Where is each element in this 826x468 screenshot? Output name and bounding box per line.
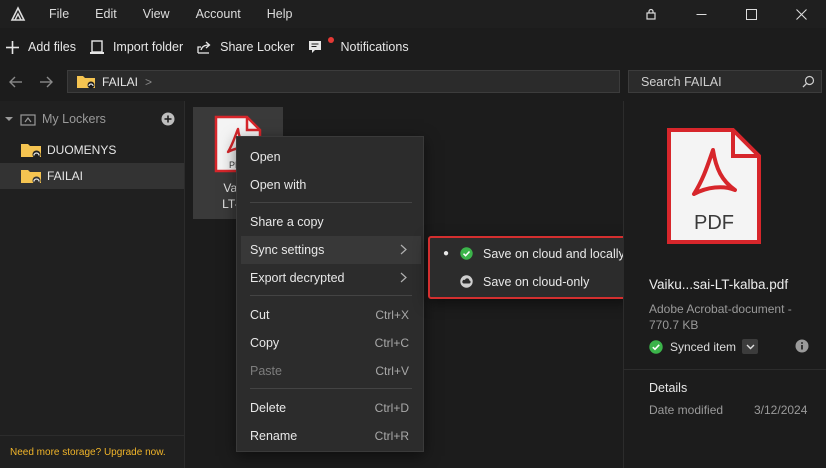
menu-item-sync-settings[interactable]: Sync settings bbox=[241, 236, 421, 264]
context-menu: Open Open with Share a copy Sync setting… bbox=[236, 136, 424, 452]
lock-icon[interactable] bbox=[626, 0, 676, 28]
lockers-icon bbox=[20, 113, 36, 126]
sync-settings-submenu: ● Save on cloud and locally Save on clou… bbox=[428, 236, 630, 299]
sync-status: Synced item bbox=[649, 339, 759, 354]
menu-item-cut[interactable]: Cut Ctrl+X bbox=[241, 301, 421, 329]
pdf-file-icon: PDF bbox=[667, 128, 761, 244]
details-pane: PDF Vaiku...sai-LT-kalba.pdf Adobe Acrob… bbox=[623, 101, 826, 468]
locker-folder-icon bbox=[77, 76, 95, 89]
details-filename: Vaiku...sai-LT-kalba.pdf bbox=[649, 277, 789, 292]
sidebar-item-label: DUOMENYS bbox=[47, 143, 117, 157]
sidebar-item-failai[interactable]: FAILAI bbox=[0, 163, 184, 189]
details-divider bbox=[624, 369, 826, 370]
cloud-circle-icon bbox=[460, 275, 473, 288]
sync-status-label: Synced item bbox=[670, 339, 737, 354]
notifications-label: Notifications bbox=[340, 40, 409, 54]
sidebar-item-duomenys[interactable]: DUOMENYS bbox=[0, 137, 184, 163]
address-bar[interactable]: FAILAI > bbox=[67, 70, 620, 93]
close-icon[interactable] bbox=[776, 0, 826, 28]
menu-item-open-with[interactable]: Open with bbox=[241, 171, 421, 199]
menu-separator bbox=[250, 388, 412, 389]
title-bar: File Edit View Account Help bbox=[0, 0, 826, 28]
chevron-right-icon bbox=[400, 272, 407, 283]
maximize-icon[interactable] bbox=[726, 0, 776, 28]
share-icon bbox=[197, 41, 211, 54]
menu-separator bbox=[250, 295, 412, 296]
share-locker-label: Share Locker bbox=[220, 40, 295, 54]
shortcut-label: Ctrl+V bbox=[375, 364, 409, 378]
add-files-label: Add files bbox=[28, 40, 76, 54]
toolbar: Add files Import folder Share Locker Not… bbox=[0, 34, 417, 60]
upgrade-link[interactable]: Need more storage? Upgrade now. bbox=[10, 447, 166, 458]
menu-item-paste: Paste Ctrl+V bbox=[250, 364, 409, 378]
forward-arrow-icon[interactable] bbox=[36, 72, 56, 92]
check-circle-icon bbox=[460, 247, 473, 260]
minimize-icon[interactable] bbox=[676, 0, 726, 28]
notification-badge bbox=[328, 37, 335, 43]
menu-item-delete[interactable]: Delete Ctrl+D bbox=[241, 394, 421, 422]
search-box bbox=[628, 70, 822, 93]
breadcrumb[interactable]: FAILAI bbox=[102, 75, 138, 89]
window-controls bbox=[626, 0, 826, 28]
breadcrumb-chevron[interactable]: > bbox=[145, 75, 152, 89]
date-modified-value: 3/12/2024 bbox=[754, 403, 808, 417]
menu-edit[interactable]: Edit bbox=[82, 0, 130, 28]
locker-folder-icon bbox=[21, 143, 41, 158]
menu-item-copy[interactable]: Copy Ctrl+C bbox=[241, 329, 421, 357]
menu-item-export-decrypted[interactable]: Export decrypted bbox=[241, 264, 421, 292]
date-modified-label: Date modified bbox=[649, 403, 724, 417]
menu-item-rename[interactable]: Rename Ctrl+R bbox=[241, 422, 421, 450]
import-folder-button[interactable]: Import folder bbox=[84, 34, 191, 60]
locker-folder-icon bbox=[21, 169, 41, 184]
svg-text:PDF: PDF bbox=[694, 212, 734, 234]
menu-separator bbox=[250, 202, 412, 203]
details-file-size: 770.7 KB bbox=[649, 318, 699, 332]
sidebar: My Lockers DUOMENYS FAILAI bbox=[0, 101, 185, 435]
menu-item-share-copy[interactable]: Share a copy bbox=[241, 208, 421, 236]
menu-file[interactable]: File bbox=[36, 0, 82, 28]
submenu-item-cloud-and-local[interactable]: ● Save on cloud and locally bbox=[432, 240, 626, 267]
shortcut-label: Ctrl+X bbox=[375, 308, 409, 322]
add-files-button[interactable]: Add files bbox=[0, 34, 84, 60]
info-icon[interactable] bbox=[795, 339, 809, 353]
shortcut-label: Ctrl+R bbox=[374, 429, 409, 443]
menu-item-open[interactable]: Open bbox=[241, 143, 421, 171]
share-locker-button[interactable]: Share Locker bbox=[191, 34, 302, 60]
sidebar-item-label: FAILAI bbox=[47, 169, 84, 183]
submenu-item-label: Save on cloud and locally bbox=[483, 246, 625, 261]
chevron-right-icon bbox=[400, 244, 407, 255]
notifications-button[interactable]: Notifications bbox=[302, 34, 416, 60]
back-arrow-icon[interactable] bbox=[6, 72, 26, 92]
details-heading: Details bbox=[649, 381, 688, 395]
sync-dropdown-button[interactable] bbox=[742, 339, 759, 354]
menu-help[interactable]: Help bbox=[254, 0, 306, 28]
plus-icon bbox=[6, 40, 19, 54]
menu-view[interactable]: View bbox=[130, 0, 183, 28]
shortcut-label: Ctrl+C bbox=[374, 336, 409, 350]
sidebar-header-label: My Lockers bbox=[42, 112, 106, 126]
check-circle-icon bbox=[649, 339, 663, 354]
search-icon[interactable] bbox=[802, 75, 815, 88]
details-file-type: Adobe Acrobat-document - bbox=[649, 302, 792, 316]
search-input[interactable] bbox=[641, 74, 791, 89]
app-logo-icon bbox=[0, 0, 36, 28]
menu-account[interactable]: Account bbox=[183, 0, 254, 28]
upgrade-banner[interactable]: Need more storage? Upgrade now. bbox=[0, 435, 185, 468]
shortcut-label: Ctrl+D bbox=[374, 401, 409, 415]
import-folder-icon bbox=[89, 39, 104, 54]
notification-icon bbox=[308, 37, 335, 54]
selected-bullet: ● bbox=[442, 248, 450, 259]
submenu-item-cloud-only[interactable]: Save on cloud-only bbox=[432, 268, 626, 295]
caret-down-icon[interactable] bbox=[4, 115, 14, 123]
add-locker-icon[interactable] bbox=[161, 112, 175, 126]
submenu-item-label: Save on cloud-only bbox=[483, 274, 590, 289]
sidebar-header-my-lockers[interactable]: My Lockers bbox=[0, 101, 184, 137]
chevron-down-icon bbox=[746, 344, 755, 349]
import-folder-label: Import folder bbox=[112, 40, 184, 54]
